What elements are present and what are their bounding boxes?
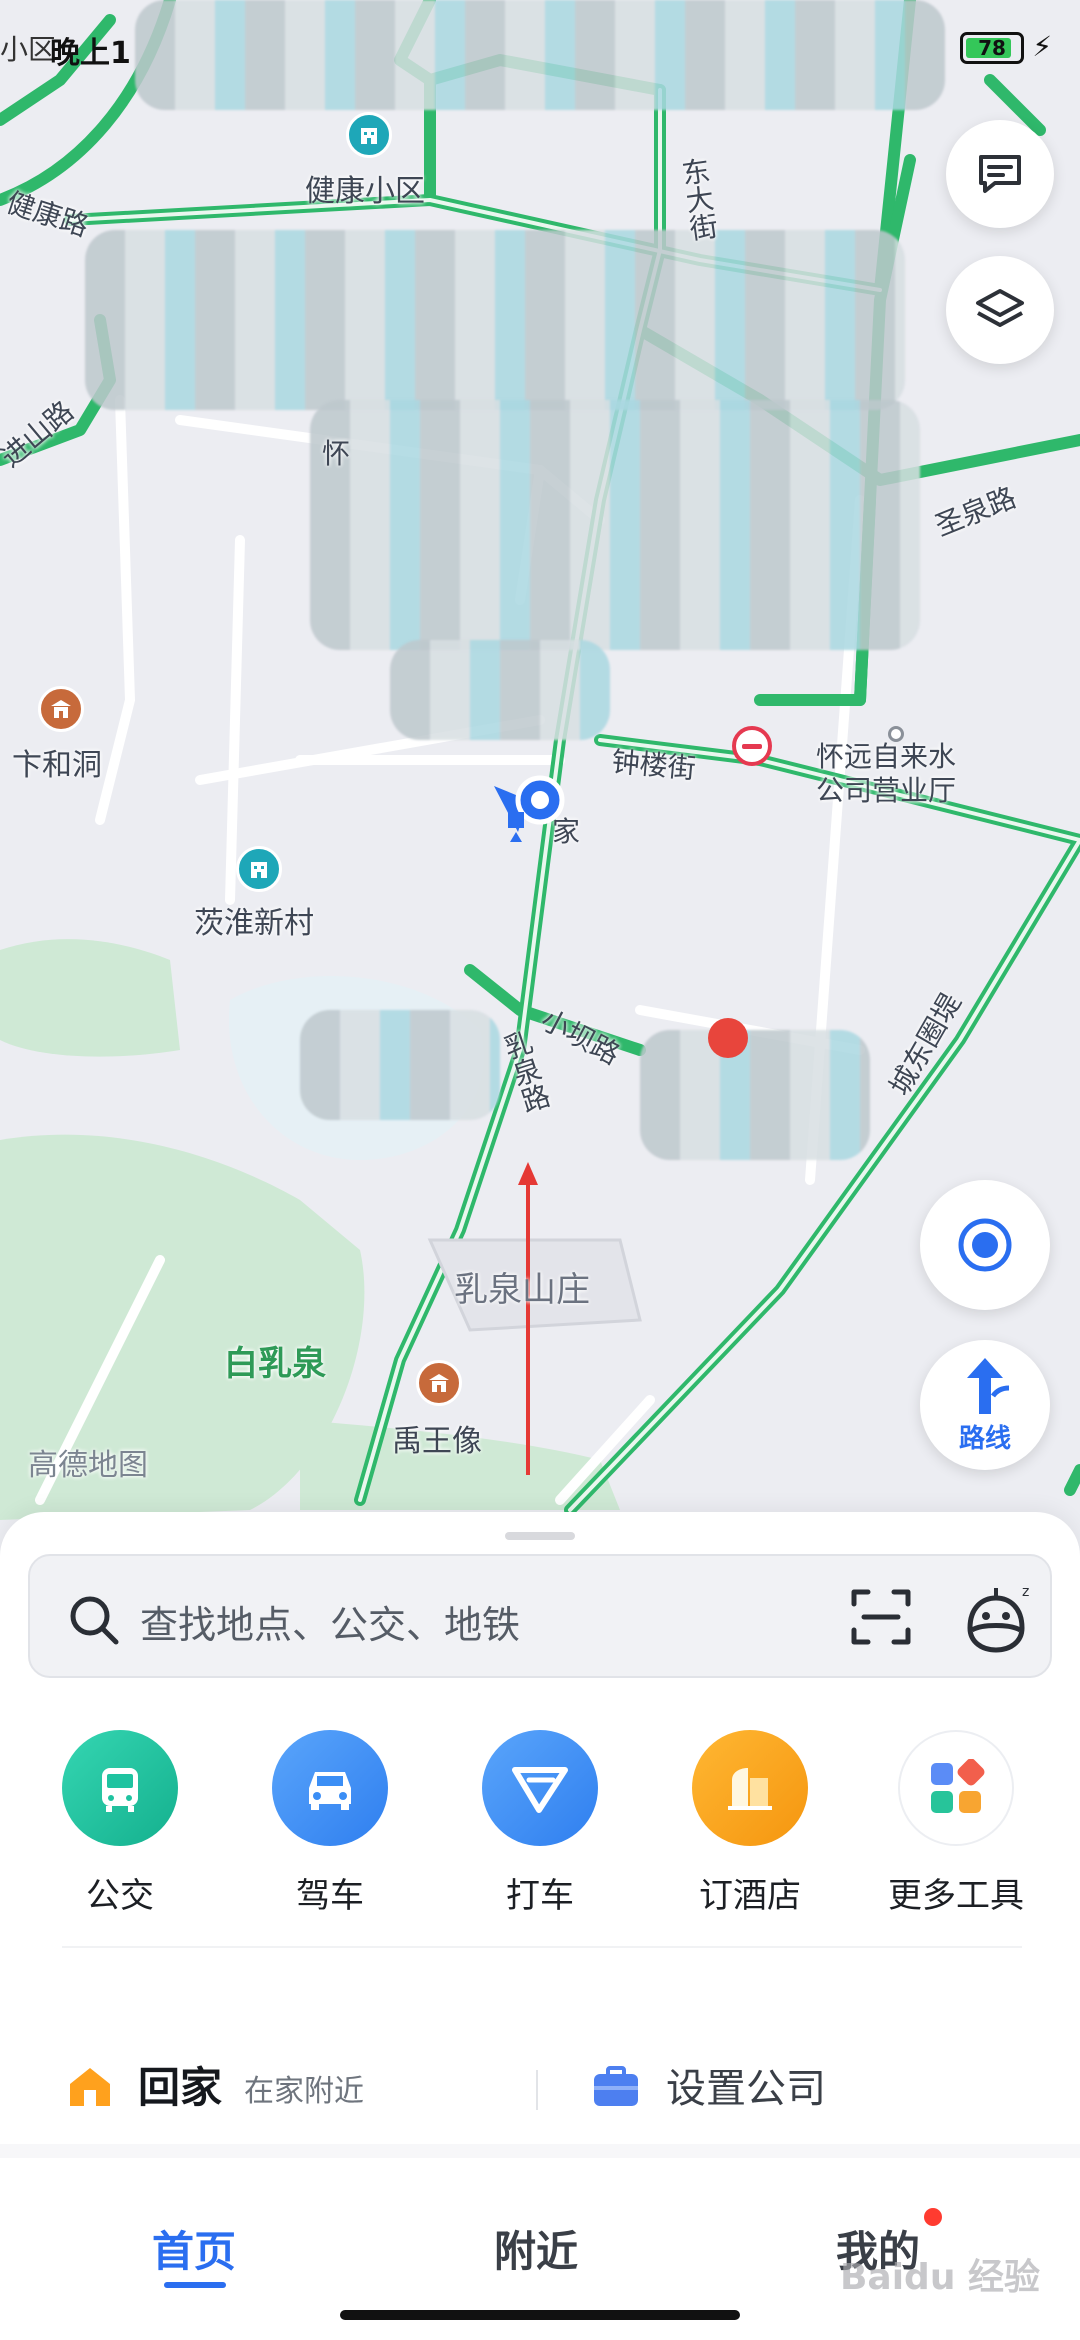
- more-tools-icon: [898, 1730, 1014, 1846]
- home-icon: [70, 2068, 110, 2106]
- tool-more[interactable]: 更多工具: [866, 1730, 1046, 1917]
- battery-level: 78: [978, 36, 1006, 60]
- map-label-cihuai-xincun[interactable]: 茨淮新村: [194, 898, 314, 942]
- route-icon: [967, 1357, 1010, 1414]
- tab-nearby[interactable]: 附近: [494, 2218, 578, 2279]
- assistant-bot-icon[interactable]: z: [960, 1580, 1040, 1656]
- red-poi-icon[interactable]: [708, 1018, 748, 1058]
- tool-label: 更多工具: [888, 1876, 1024, 1916]
- map-view[interactable]: 健康小区 健康路 东大街 进山路 怀 圣泉路 卞和洞 钟楼街 怀远自来水 公司营…: [0, 0, 1080, 1560]
- residential-poi-icon[interactable]: [346, 112, 392, 158]
- tool-label: 公交: [86, 1876, 154, 1916]
- scan-icon[interactable]: [850, 1586, 912, 1648]
- hotel-icon: [692, 1730, 808, 1846]
- charging-icon: ⚡: [1032, 30, 1052, 63]
- company-label: 设置公司: [666, 2066, 826, 2112]
- watermark: Baidu 经验: [839, 2257, 1040, 2298]
- scenic-poi-icon[interactable]: [38, 686, 84, 732]
- amap-brand-logo: 高德地图: [28, 1448, 148, 1483]
- message-icon: [979, 155, 1021, 193]
- privacy-blur: [390, 640, 610, 740]
- status-time: 晚上1: [50, 36, 131, 71]
- briefcase-icon: [594, 2066, 638, 2106]
- privacy-blur: [640, 1030, 870, 1160]
- tool-taxi[interactable]: 打车: [450, 1730, 630, 1917]
- search-placeholder[interactable]: 查找地点、公交、地铁: [140, 1594, 520, 1649]
- status-left-text: 小区: [0, 33, 57, 66]
- bottom-sheet[interactable]: 查找地点、公交、地铁 z 公交 驾车 打车 订酒店 更多工具 回家 在家附近 设…: [0, 1512, 1080, 2340]
- tool-label: 驾车: [296, 1876, 364, 1916]
- map-label-ruquan-shanzhuang[interactable]: 乳泉山庄: [454, 1262, 590, 1311]
- privacy-blur: [85, 230, 905, 410]
- no-entry-icon[interactable]: [732, 726, 772, 766]
- svg-text:z: z: [1022, 1584, 1029, 1600]
- message-button[interactable]: [946, 120, 1054, 228]
- route-button[interactable]: 路线: [920, 1340, 1050, 1470]
- tab-home[interactable]: 首页: [152, 2218, 236, 2279]
- tool-bus[interactable]: 公交: [30, 1730, 210, 1917]
- car-icon: [272, 1730, 388, 1846]
- map-label-bianhe-dong[interactable]: 卞和洞: [12, 740, 102, 784]
- layers-icon: [976, 289, 1024, 327]
- search-icon: [70, 1596, 119, 1645]
- scenic-poi-icon[interactable]: [416, 1360, 462, 1406]
- home-sub-label: 在家附近: [244, 2074, 364, 2109]
- route-label: 路线: [958, 1423, 1011, 1454]
- residential-poi-icon[interactable]: [236, 846, 282, 892]
- tool-label: 打车: [506, 1876, 574, 1916]
- tab-bar: 首页 附近 我的 Baidu 经验: [0, 2158, 1080, 2340]
- home-label: 回家: [138, 2063, 223, 2112]
- locate-icon: [958, 1218, 1012, 1272]
- section-divider: [0, 2144, 1080, 2158]
- battery-icon: 78: [960, 32, 1024, 64]
- bus-icon: [62, 1730, 178, 1846]
- notification-badge: [924, 2208, 942, 2226]
- divider: [62, 1946, 1022, 1948]
- map-label-yuwang-xiang[interactable]: 禹王像: [392, 1416, 482, 1460]
- divider: [536, 2070, 538, 2110]
- tool-label: 订酒店: [699, 1876, 801, 1916]
- map-label-home: 家: [552, 815, 581, 848]
- sheet-drag-handle[interactable]: [505, 1532, 575, 1540]
- map-label-water-company[interactable]: 怀远自来水 公司营业厅: [816, 740, 956, 808]
- tab-active-indicator: [164, 2282, 226, 2288]
- map-label-huai-partial: 怀: [322, 437, 351, 470]
- search-bar[interactable]: 查找地点、公交、地铁 z: [28, 1554, 1052, 1678]
- tool-drive[interactable]: 驾车: [240, 1730, 420, 1917]
- road-label-zhonglou: 钟楼街: [610, 745, 698, 786]
- shortcut-row: 回家 在家附近 设置公司: [0, 2032, 1080, 2132]
- status-bar: 小区 晚上1 78 ⚡: [0, 0, 1080, 80]
- map-label-jiankang-xiaoqu[interactable]: 健康小区: [305, 166, 425, 210]
- home-indicator[interactable]: [340, 2310, 740, 2320]
- tool-hotel[interactable]: 订酒店: [660, 1730, 840, 1917]
- taxi-icon: [482, 1730, 598, 1846]
- map-label-bai-ruquan[interactable]: 白乳泉: [224, 1336, 326, 1385]
- locate-button[interactable]: [920, 1180, 1050, 1310]
- privacy-blur: [310, 400, 920, 650]
- privacy-blur: [300, 1010, 500, 1120]
- layers-button[interactable]: [946, 256, 1054, 364]
